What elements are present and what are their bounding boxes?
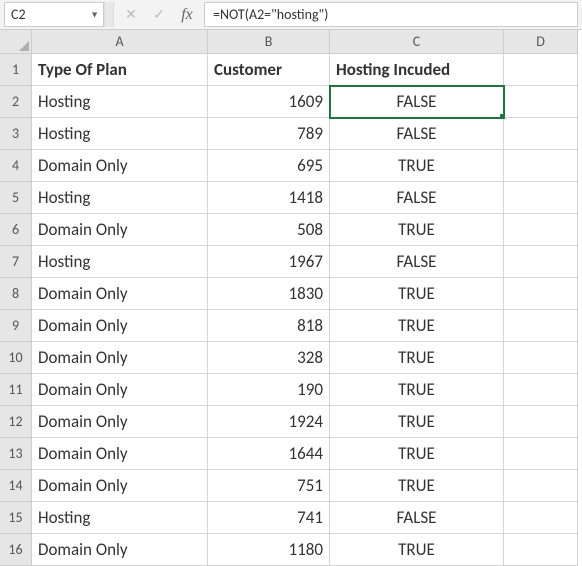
row-header-2[interactable]: 2	[0, 86, 32, 118]
cell-D1[interactable]	[504, 54, 578, 86]
col-header-D[interactable]: D	[504, 30, 578, 54]
cell-C2[interactable]: FALSE	[330, 86, 504, 118]
row-header-11[interactable]: 11	[0, 374, 32, 406]
row-header-12[interactable]: 12	[0, 406, 32, 438]
cell-B10[interactable]: 328	[208, 342, 330, 374]
cell-C3[interactable]: FALSE	[330, 118, 504, 150]
cell-B14[interactable]: 751	[208, 470, 330, 502]
cell-B3[interactable]: 789	[208, 118, 330, 150]
cell-A1[interactable]: Type Of Plan	[32, 54, 208, 86]
cell-B5[interactable]: 1418	[208, 182, 330, 214]
cell-A7[interactable]: Hosting	[32, 246, 208, 278]
cell-A8[interactable]: Domain Only	[32, 278, 208, 310]
cell-D16[interactable]	[504, 534, 578, 566]
cell-C12[interactable]: TRUE	[330, 406, 504, 438]
row-header-4[interactable]: 4	[0, 150, 32, 182]
row-header-14[interactable]: 14	[0, 470, 32, 502]
cell-A4[interactable]: Domain Only	[32, 150, 208, 182]
spreadsheet-grid[interactable]: ABCD 1Type Of PlanCustomerHosting Incuded…	[0, 30, 582, 566]
cell-A3[interactable]: Hosting	[32, 118, 208, 150]
row-header-15[interactable]: 15	[0, 502, 32, 534]
enter-icon: ✓	[152, 6, 166, 23]
name-box-value: C2	[11, 6, 26, 23]
cell-A9[interactable]: Domain Only	[32, 310, 208, 342]
cell-B15[interactable]: 741	[208, 502, 330, 534]
cell-D2[interactable]	[504, 86, 578, 118]
row-header-13[interactable]: 13	[0, 438, 32, 470]
cell-A10[interactable]: Domain Only	[32, 342, 208, 374]
cell-B12[interactable]: 1924	[208, 406, 330, 438]
cell-B11[interactable]: 190	[208, 374, 330, 406]
formula-text: =NOT(A2="hosting")	[213, 6, 328, 23]
cell-B6[interactable]: 508	[208, 214, 330, 246]
row-header-6[interactable]: 6	[0, 214, 32, 246]
cell-A13[interactable]: Domain Only	[32, 438, 208, 470]
cell-B16[interactable]: 1180	[208, 534, 330, 566]
name-box[interactable]: C2 ▼	[4, 2, 104, 27]
cell-B2[interactable]: 1609	[208, 86, 330, 118]
col-header-C[interactable]: C	[330, 30, 504, 54]
cell-C16[interactable]: TRUE	[330, 534, 504, 566]
cell-B8[interactable]: 1830	[208, 278, 330, 310]
col-header-B[interactable]: B	[208, 30, 330, 54]
cell-C6[interactable]: TRUE	[330, 214, 504, 246]
cancel-icon: ✕	[124, 6, 138, 23]
cell-B1[interactable]: Customer	[208, 54, 330, 86]
cell-C8[interactable]: TRUE	[330, 278, 504, 310]
row-header-8[interactable]: 8	[0, 278, 32, 310]
separator	[104, 2, 114, 27]
cell-D9[interactable]	[504, 310, 578, 342]
cell-C5[interactable]: FALSE	[330, 182, 504, 214]
cell-C10[interactable]: TRUE	[330, 342, 504, 374]
row-header-1[interactable]: 1	[0, 54, 32, 86]
cell-B9[interactable]: 818	[208, 310, 330, 342]
cell-C14[interactable]: TRUE	[330, 470, 504, 502]
cell-D13[interactable]	[504, 438, 578, 470]
cell-D15[interactable]	[504, 502, 578, 534]
cell-A2[interactable]: Hosting	[32, 86, 208, 118]
cell-D14[interactable]	[504, 470, 578, 502]
cell-A5[interactable]: Hosting	[32, 182, 208, 214]
row-header-16[interactable]: 16	[0, 534, 32, 566]
cell-A11[interactable]: Domain Only	[32, 374, 208, 406]
cell-C13[interactable]: TRUE	[330, 438, 504, 470]
fx-icon[interactable]: fx	[180, 6, 194, 24]
row-header-9[interactable]: 9	[0, 310, 32, 342]
cell-D5[interactable]	[504, 182, 578, 214]
cell-B7[interactable]: 1967	[208, 246, 330, 278]
row-header-10[interactable]: 10	[0, 342, 32, 374]
cell-B4[interactable]: 695	[208, 150, 330, 182]
select-all-corner[interactable]	[0, 30, 32, 54]
col-header-A[interactable]: A	[32, 30, 208, 54]
row-header-5[interactable]: 5	[0, 182, 32, 214]
chevron-down-icon[interactable]: ▼	[90, 9, 99, 20]
cell-A16[interactable]: Domain Only	[32, 534, 208, 566]
cell-D6[interactable]	[504, 214, 578, 246]
cell-D7[interactable]	[504, 246, 578, 278]
cell-C1[interactable]: Hosting Incuded	[330, 54, 504, 86]
cell-A15[interactable]: Hosting	[32, 502, 208, 534]
row-header-7[interactable]: 7	[0, 246, 32, 278]
cell-D4[interactable]	[504, 150, 578, 182]
cell-D3[interactable]	[504, 118, 578, 150]
cell-D12[interactable]	[504, 406, 578, 438]
row-header-3[interactable]: 3	[0, 118, 32, 150]
cell-C15[interactable]: FALSE	[330, 502, 504, 534]
formula-bar: C2 ▼ ✕ ✓ fx =NOT(A2="hosting")	[0, 0, 582, 30]
cell-A12[interactable]: Domain Only	[32, 406, 208, 438]
cell-C11[interactable]: TRUE	[330, 374, 504, 406]
cell-C9[interactable]: TRUE	[330, 310, 504, 342]
formula-bar-icons: ✕ ✓ fx	[114, 0, 204, 29]
cell-D8[interactable]	[504, 278, 578, 310]
cell-D10[interactable]	[504, 342, 578, 374]
formula-input[interactable]: =NOT(A2="hosting")	[204, 2, 578, 27]
cell-A6[interactable]: Domain Only	[32, 214, 208, 246]
cell-C7[interactable]: FALSE	[330, 246, 504, 278]
cell-C4[interactable]: TRUE	[330, 150, 504, 182]
cell-B13[interactable]: 1644	[208, 438, 330, 470]
cell-A14[interactable]: Domain Only	[32, 470, 208, 502]
cell-D11[interactable]	[504, 374, 578, 406]
